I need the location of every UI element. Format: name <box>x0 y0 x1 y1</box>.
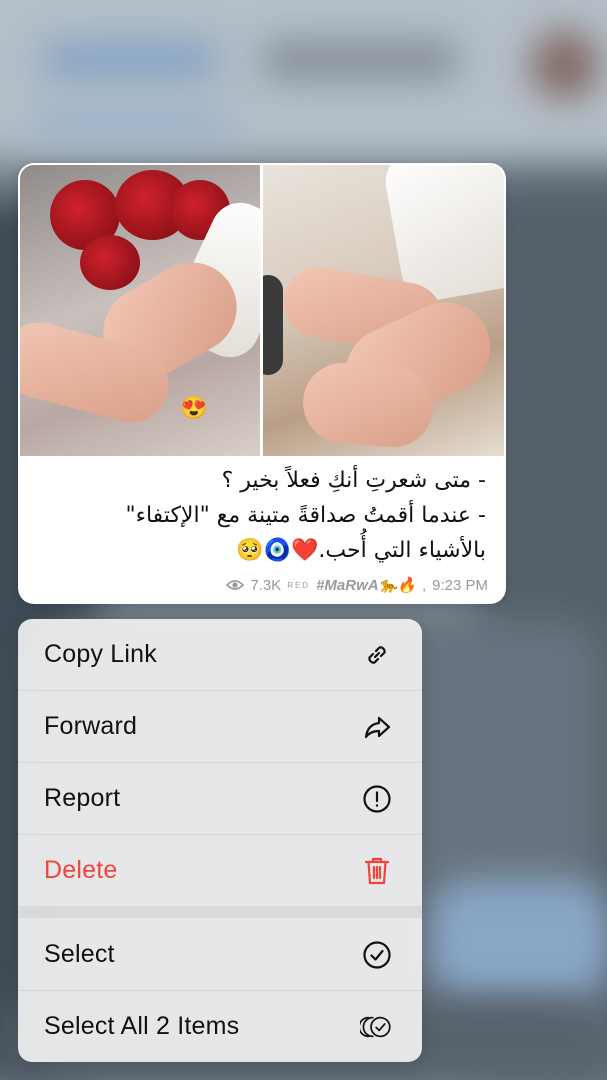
multi-check-circle-icon <box>360 1010 394 1044</box>
heart-eyes-emoji: 😍 <box>180 395 208 420</box>
photo-ring-hands[interactable] <box>263 165 504 456</box>
menu-item-label: Select All 2 Items <box>44 1012 240 1040</box>
trash-icon <box>360 854 394 888</box>
menu-item-report[interactable]: Report <box>18 763 422 834</box>
menu-item-delete[interactable]: Delete <box>18 835 422 906</box>
menu-item-select[interactable]: Select <box>18 919 422 990</box>
menu-item-label: Copy Link <box>44 640 157 668</box>
message-caption: - متى شعرتِ أنكِ فعلاً بخير ؟ - عندما أق… <box>26 463 486 568</box>
menu-item-forward[interactable]: Forward <box>18 691 422 762</box>
exclamation-circle-icon <box>360 782 394 816</box>
photo-album: 😍 <box>20 165 504 456</box>
menu-item-label: Select <box>44 940 115 968</box>
context-menu: Copy Link Forward Report Delete Select S… <box>18 619 422 1062</box>
forward-arrow-icon <box>360 710 394 744</box>
menu-item-select-all[interactable]: Select All 2 Items <box>18 991 422 1062</box>
message-meta: 7.3K RED #MaRwA🐆🔥, 9:23 PM <box>226 576 488 594</box>
menu-group-separator <box>18 906 422 918</box>
menu-item-copy-link[interactable]: Copy Link <box>18 619 422 690</box>
caption-line: بالأشياء التي أُحب.❤️🧿🥺 <box>236 538 486 563</box>
menu-item-label: Delete <box>44 856 118 884</box>
message-bubble[interactable]: 😍 - متى شعرتِ أنكِ فعلاً بخير ؟ - عندما … <box>18 163 506 604</box>
photo-ring-roses[interactable]: 😍 <box>20 165 260 456</box>
view-count: 7.3K <box>250 576 282 594</box>
menu-item-label: Report <box>44 784 121 812</box>
signature-prefix: RED <box>287 580 311 590</box>
author-signature: #MaRwA🐆🔥 <box>316 577 416 594</box>
message-time: 9:23 PM <box>432 576 488 594</box>
caption-line: - عندما أقمتُ صداقةً متينة مع "الإكتفاء" <box>125 503 486 528</box>
check-circle-icon <box>360 938 394 972</box>
eye-icon <box>226 580 245 590</box>
menu-item-label: Forward <box>44 712 138 740</box>
link-icon <box>360 638 394 672</box>
caption-line: - متى شعرتِ أنكِ فعلاً بخير ؟ <box>221 468 486 493</box>
